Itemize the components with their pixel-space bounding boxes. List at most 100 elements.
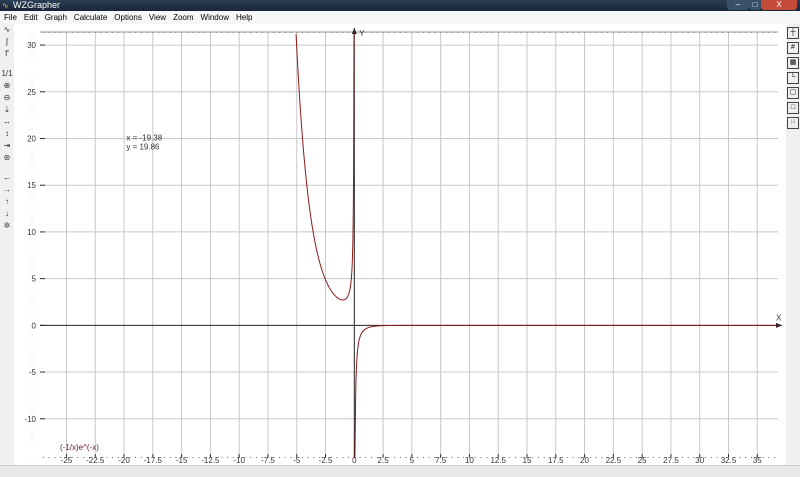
y-minor-tick — [31, 250, 33, 252]
y-minor-tick — [31, 455, 33, 457]
minimize-button[interactable]: – — [727, 0, 749, 10]
zoom-ratio-label: 1/1 — [1, 69, 13, 78]
pan-left-icon[interactable]: ← — [0, 172, 14, 184]
y-minor-tick — [31, 184, 33, 186]
app-icon: ∿ — [2, 1, 9, 10]
right-toolbar: ┼ # ▦ └ ▢ □ ⁙ — [786, 24, 800, 464]
y-minor-tick — [31, 259, 33, 261]
title-bar: ∿ WZGrapher – □ X — [0, 0, 800, 11]
y-minor-tick — [31, 315, 33, 317]
reset-view-icon[interactable]: ✲ — [0, 220, 14, 232]
y-tick-label: -5 — [29, 368, 37, 377]
y-minor-tick — [31, 203, 33, 205]
fine-grid-icon[interactable]: ▦ — [787, 57, 799, 69]
expand-vertical-icon[interactable]: ↕ — [0, 128, 14, 140]
graph-canvas[interactable]: -25 -22.5 -20 -17.5 -15 -12.5 -10 -7.5 -5 -2.5 0 2.… — [14, 24, 786, 465]
y-minor-tick — [31, 240, 33, 242]
y-tick-label: 25 — [27, 88, 36, 97]
shrink-vertical-icon[interactable]: ⇣ — [0, 104, 14, 116]
menu-window[interactable]: Window — [197, 11, 232, 24]
y-tick-label: 0 — [32, 321, 37, 330]
y-minor-tick — [31, 119, 33, 121]
y-minor-tick — [31, 427, 33, 429]
y-minor-tick — [31, 54, 33, 55]
shrink-horizontal-icon[interactable]: ⇥ — [0, 140, 14, 152]
cursor-readout-x: x = -19.38 — [126, 133, 162, 142]
function-legend: (-1/x)e^(-x) — [60, 443, 99, 452]
y-minor-tick — [31, 409, 33, 410]
y-minor-tick — [31, 128, 33, 130]
y-minor-tick — [31, 222, 33, 223]
y-minor-tick — [31, 100, 33, 102]
y-minor-tick — [31, 343, 33, 345]
pan-up-icon[interactable]: ↑ — [0, 196, 14, 208]
menu-view[interactable]: View — [145, 11, 169, 24]
y-tick-label: -10 — [24, 415, 36, 424]
menu-edit[interactable]: Edit — [20, 11, 41, 24]
y-minor-tick — [31, 399, 33, 401]
y-minor-tick — [31, 278, 33, 280]
menu-zoom[interactable]: Zoom — [169, 11, 196, 24]
y-minor-tick — [31, 306, 33, 308]
y-minor-tick — [31, 446, 33, 448]
y-tick-label: 30 — [27, 41, 36, 50]
maximize-button[interactable]: □ — [749, 0, 761, 10]
y-minor-tick — [31, 44, 33, 46]
dotted-grid-icon[interactable]: ⁙ — [787, 117, 799, 129]
frame-axes-icon[interactable]: └ — [787, 72, 799, 84]
left-toolbar: ∿ ∫ f' 1/1 ⊕ ⊖ ⇣ ↔ ↕ ⇥ ⊛ ← → ↑ ↓ ✲ — [0, 24, 14, 464]
y-minor-tick — [31, 147, 33, 149]
y-axis-label: Y — [359, 29, 365, 38]
window-title: WZGrapher — [13, 0, 61, 10]
y-tick-label: 5 — [32, 275, 37, 284]
y-minor-tick — [31, 110, 33, 111]
zoom-in-icon[interactable]: ⊕ — [0, 80, 14, 92]
y-minor-tick — [31, 63, 33, 65]
menu-bar: File Edit Graph Calculate Options View Zoom Win… — [0, 11, 800, 24]
status-bar — [0, 465, 800, 477]
y-minor-tick — [31, 334, 33, 336]
y-minor-tick — [31, 194, 33, 195]
y-minor-tick — [31, 231, 33, 233]
y-minor-tick — [31, 72, 33, 74]
y-tick-label: 10 — [27, 228, 36, 237]
y-minor-tick — [31, 418, 33, 420]
x-axis-label: X — [776, 313, 782, 322]
close-button[interactable]: X — [761, 0, 797, 10]
y-minor-tick — [31, 268, 33, 270]
menu-file[interactable]: File — [0, 11, 20, 24]
box-icon[interactable]: ▢ — [787, 87, 799, 99]
axes-icon[interactable]: ┼ — [787, 27, 799, 39]
y-minor-tick — [31, 296, 33, 298]
derivative-icon[interactable]: f' — [0, 48, 14, 60]
y-minor-tick — [31, 91, 33, 93]
pan-right-icon[interactable]: → — [0, 184, 14, 196]
menu-calculate[interactable]: Calculate — [70, 11, 110, 24]
y-minor-tick — [31, 371, 33, 373]
expand-horizontal-icon[interactable]: ↔ — [0, 116, 14, 128]
y-minor-tick — [31, 324, 33, 326]
menu-graph[interactable]: Graph — [41, 11, 70, 24]
function-curve-right — [354, 324, 778, 459]
y-minor-tick — [31, 156, 33, 158]
zoom-fit-icon[interactable]: ⊛ — [0, 152, 14, 164]
integral-icon[interactable]: ∫ — [0, 36, 14, 48]
grid-icon[interactable]: # — [787, 42, 799, 54]
function-icon[interactable]: ∿ — [0, 24, 14, 36]
y-minor-tick — [31, 166, 33, 167]
zoom-out-icon[interactable]: ⊖ — [0, 92, 14, 104]
square-icon[interactable]: □ — [787, 102, 799, 114]
graph-area[interactable]: -25 -22.5 -20 -17.5 -15 -12.5 -10 -7.5 -5 -2.5 0 2.… — [14, 24, 786, 465]
pan-down-icon[interactable]: ↓ — [0, 208, 14, 220]
y-minor-tick — [31, 380, 33, 382]
y-minor-tick — [31, 287, 33, 289]
y-minor-tick — [31, 352, 33, 354]
y-minor-tick — [31, 35, 33, 37]
y-tick-label: 20 — [27, 135, 36, 144]
menu-help[interactable]: Help — [232, 11, 255, 24]
menu-options[interactable]: Options — [110, 11, 145, 24]
y-minor-tick — [31, 82, 33, 83]
y-minor-tick — [31, 362, 33, 364]
cursor-readout-y: y = 19.86 — [126, 142, 160, 151]
y-minor-tick — [31, 212, 33, 214]
